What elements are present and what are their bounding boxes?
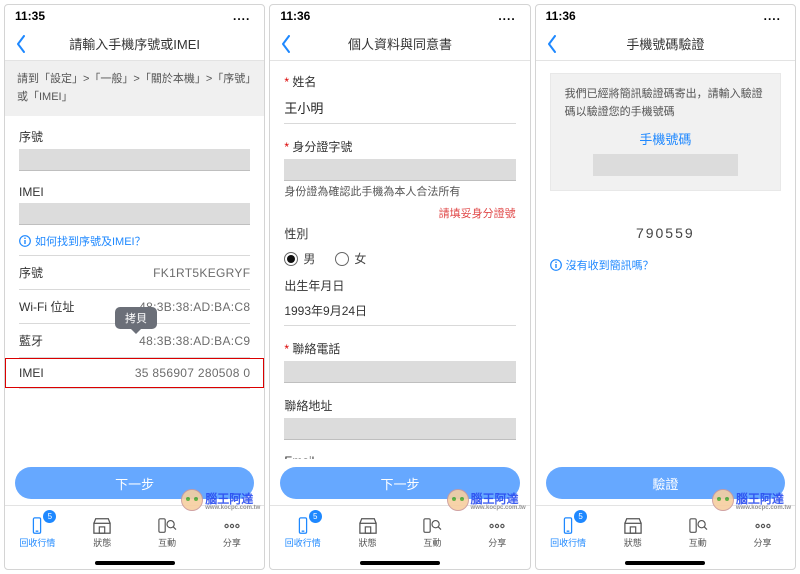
tab-status[interactable]: 狀態: [335, 506, 400, 559]
info-icon: [19, 235, 31, 247]
name-value[interactable]: 王小明: [284, 94, 515, 123]
dob-label: 出生年月日: [284, 277, 515, 294]
phone-input[interactable]: [284, 361, 515, 383]
idno-note: 身份證為確認此手機為本人合法所有: [270, 183, 529, 203]
info-icon: [550, 259, 562, 271]
about-bluetooth-row: 藍牙 48:3B:38:AD:BA:C9 拷貝: [5, 324, 264, 357]
next-button[interactable]: 下一步: [15, 467, 254, 499]
resend-link[interactable]: 沒有收到簡訊嗎？: [536, 251, 795, 279]
page-title: 請輸入手機序號或IMEI: [5, 34, 264, 53]
tab-badge: 5: [574, 510, 587, 523]
tab-more[interactable]: 分享: [465, 506, 530, 559]
tab-interact[interactable]: 互動: [665, 506, 730, 559]
tab-recycle[interactable]: 回收行情: [5, 506, 70, 559]
page-title: 手機號碼驗證: [536, 34, 795, 53]
phone-number-title: 手機號碼: [565, 129, 766, 148]
resend-text: 沒有收到簡訊嗎？: [566, 257, 654, 273]
status-time: 11:35: [15, 9, 45, 23]
phone-screen-2: 11:36 .... 個人資料與同意書 姓名 王小明 身分證字號 身份證為確認此…: [269, 4, 530, 570]
otp-input[interactable]: 790559: [550, 219, 781, 247]
help-text: 請到「設定」>「一般」>「關於本機」>「序號」或「IMEI」: [5, 61, 264, 116]
home-indicator[interactable]: [95, 561, 175, 565]
cellular-signal-icon: ....: [764, 9, 781, 23]
serial-label: 序號: [19, 128, 250, 145]
home-indicator[interactable]: [360, 561, 440, 565]
imei-input[interactable]: [19, 203, 250, 225]
about-serial-row: 序號 FK1RT5KEGRYF: [5, 256, 264, 289]
tab-bar: 5 回收行情 狀態 互動 分享: [5, 505, 264, 559]
idno-label: 身分證字號: [284, 138, 515, 155]
verify-msg: 我們已經將簡訊驗證碼寄出，請輸入驗證碼以驗證您的手機號碼: [565, 86, 766, 121]
tab-recycle[interactable]: 回收行情: [270, 506, 335, 559]
address-label: 聯絡地址: [284, 397, 515, 414]
home-indicator[interactable]: [625, 561, 705, 565]
cellular-signal-icon: ....: [498, 9, 515, 23]
phone-screen-3: 11:36 .... 手機號碼驗證 我們已經將簡訊驗證碼寄出，請輸入驗證碼以驗證…: [535, 4, 796, 570]
phone-screen-1: 11:35 .... 請輸入手機序號或IMEI 請到「設定」>「一般」>「關於本…: [4, 4, 265, 570]
idno-input[interactable]: [284, 159, 515, 181]
tab-interact[interactable]: 互動: [135, 506, 200, 559]
phone-label: 聯絡電話: [284, 340, 515, 357]
address-input[interactable]: [284, 418, 515, 440]
status-time: 11:36: [546, 9, 576, 23]
app-header: 請輸入手機序號或IMEI: [5, 27, 264, 61]
copy-tooltip[interactable]: 拷貝: [115, 307, 157, 329]
email-label: Email: [284, 454, 515, 459]
tab-status[interactable]: 狀態: [70, 506, 135, 559]
about-imei-row: IMEI 35 856907 280508 0: [5, 358, 264, 388]
gender-female-radio[interactable]: 女: [335, 250, 366, 267]
imei-label: IMEI: [19, 185, 250, 199]
cellular-signal-icon: ....: [233, 9, 250, 23]
tab-badge: 5: [309, 510, 322, 523]
tab-recycle[interactable]: 回收行情: [536, 506, 601, 559]
phone-number-masked: [593, 154, 738, 176]
next-button[interactable]: 下一步: [280, 467, 519, 499]
help-link-text: 如何找到序號及IMEI？: [35, 233, 146, 249]
status-bar: 11:36 ....: [536, 5, 795, 27]
store-icon: [91, 517, 113, 535]
idno-error: 請填妥身分證號: [270, 203, 529, 221]
serial-input[interactable]: [19, 149, 250, 171]
tab-more[interactable]: 分享: [730, 506, 795, 559]
help-link[interactable]: 如何找到序號及IMEI？: [5, 227, 264, 255]
verify-info-box: 我們已經將簡訊驗證碼寄出，請輸入驗證碼以驗證您的手機號碼 手機號碼: [550, 73, 781, 191]
tab-interact[interactable]: 互動: [400, 506, 465, 559]
verify-button[interactable]: 驗證: [546, 467, 785, 499]
tab-more[interactable]: 分享: [199, 506, 264, 559]
name-label: 姓名: [284, 73, 515, 90]
tab-status[interactable]: 狀態: [600, 506, 665, 559]
status-bar: 11:35 ....: [5, 5, 264, 27]
search-phone-icon: [156, 517, 178, 535]
more-icon: [221, 517, 243, 535]
status-time: 11:36: [280, 9, 310, 23]
status-bar: 11:36 ....: [270, 5, 529, 27]
gender-male-radio[interactable]: 男: [284, 250, 315, 267]
page-title: 個人資料與同意書: [270, 34, 529, 53]
gender-label: 性別: [284, 225, 515, 242]
dob-value[interactable]: 1993年9月24日: [284, 298, 515, 325]
